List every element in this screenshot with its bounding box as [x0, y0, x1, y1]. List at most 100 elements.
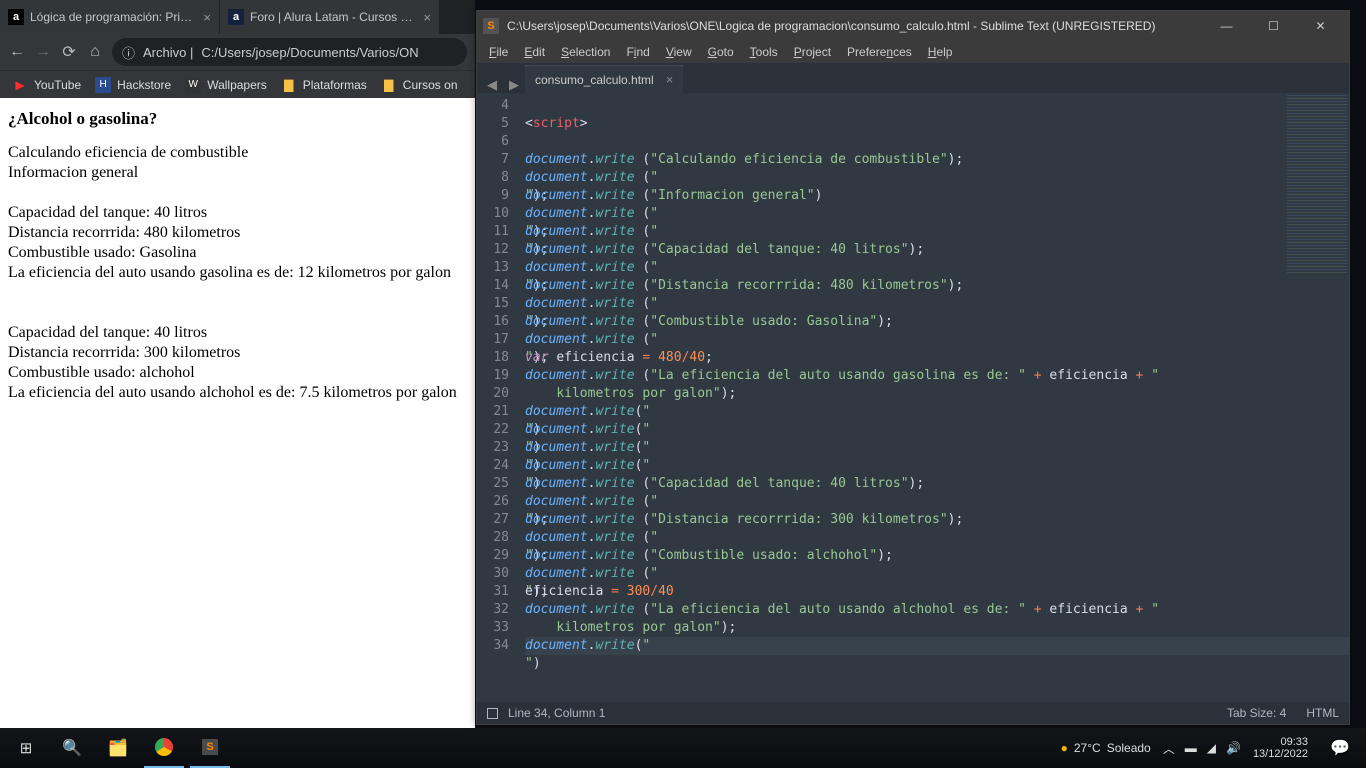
menu-file[interactable]: File [483, 43, 514, 61]
hackstore-icon: H [95, 77, 111, 93]
volume-icon[interactable]: 🔊 [1226, 741, 1241, 755]
chrome-tab-2-title: Foro | Alura Latam - Cursos onlin [250, 10, 417, 24]
page-text: Combustible usado: Gasolina [8, 243, 467, 263]
bookmark-hackstore[interactable]: H Hackstore [95, 77, 171, 93]
page-text: Distancia recorrrida: 480 kilometros [8, 223, 467, 243]
menu-edit[interactable]: Edit [518, 43, 551, 61]
page-text: Capacidad del tanque: 40 litros [8, 323, 467, 343]
bookmark-label: Plataformas [303, 78, 367, 92]
explorer-icon[interactable]: 🗂️ [98, 728, 138, 768]
weather-text: Soleado [1107, 741, 1151, 755]
info-icon: ⓘ [122, 43, 135, 62]
omnibox[interactable]: ⓘ Archivo | C:/Users/josep/Documents/Var… [112, 38, 467, 66]
omnibox-prefix: Archivo | [143, 45, 193, 60]
taskbar-right: ● 27°C Soleado ︿ ▬ ◢ 🔊 09:33 13/12/2022 … [1061, 728, 1360, 768]
youtube-icon: ▶ [12, 77, 28, 93]
editor-tab[interactable]: consumo_calculo.html × [525, 65, 683, 93]
bookmark-label: Wallpapers [207, 78, 267, 92]
battery-icon[interactable]: ▬ [1185, 741, 1197, 755]
page-text: Combustible usado: alchohol [8, 363, 467, 383]
taskbar-clock[interactable]: 09:33 13/12/2022 [1253, 736, 1308, 760]
chrome-window: a Lógica de programación: Primero × a Fo… [0, 0, 475, 728]
minimap[interactable] [1287, 95, 1347, 275]
sublime-icon: S [483, 18, 499, 34]
bookmark-label: YouTube [34, 78, 81, 92]
editor-area[interactable]: 4567891011121314151617181920212223242526… [477, 93, 1349, 702]
sublime-menu-bar: File Edit Selection Find View Goto Tools… [477, 41, 1349, 63]
sublime-tab-bar: ◀ ▶ consumo_calculo.html × [477, 63, 1349, 93]
status-syntax[interactable]: HTML [1306, 706, 1339, 720]
status-cursor-pos: Line 34, Column 1 [508, 706, 605, 720]
sublime-taskbar-icon[interactable]: S [190, 728, 230, 768]
clock-date: 13/12/2022 [1253, 748, 1308, 760]
window-controls: — ☐ ✕ [1204, 14, 1343, 38]
sublime-status-bar: Line 34, Column 1 Tab Size: 4 HTML [477, 702, 1349, 724]
windows-taskbar: ⊞ 🔍 🗂️ S ● 27°C Soleado ︿ ▬ ◢ 🔊 09:33 13… [0, 728, 1366, 768]
system-tray: ︿ ▬ ◢ 🔊 [1163, 740, 1241, 757]
line-number-gutter: 4567891011121314151617181920212223242526… [477, 93, 517, 702]
back-icon[interactable]: ← [8, 43, 26, 61]
chrome-toolbar: ← → ⟳ ⌂ ⓘ Archivo | C:/Users/josep/Docum… [0, 34, 475, 70]
menu-selection[interactable]: Selection [555, 43, 616, 61]
sublime-titlebar[interactable]: S C:\Users\josep\Documents\Varios\ONE\Lo… [477, 11, 1349, 41]
omnibox-path: C:/Users/josep/Documents/Varios/ON [201, 45, 418, 60]
close-button[interactable]: ✕ [1298, 14, 1343, 38]
minimize-button[interactable]: — [1204, 14, 1249, 38]
menu-view[interactable]: View [660, 43, 698, 61]
folder-icon: ▇ [281, 77, 297, 93]
menu-help[interactable]: Help [922, 43, 959, 61]
wifi-icon[interactable]: ◢ [1207, 741, 1216, 755]
favicon-alura-logo: a [8, 9, 24, 25]
page-text: La eficiencia del auto usando gasolina e… [8, 263, 467, 283]
sun-icon: ● [1061, 741, 1068, 755]
home-icon[interactable]: ⌂ [86, 43, 104, 61]
start-button[interactable]: ⊞ [6, 728, 46, 768]
panel-switcher-icon[interactable] [487, 708, 498, 719]
bookmark-plataformas[interactable]: ▇ Plataformas [281, 77, 367, 93]
weather-widget[interactable]: ● 27°C Soleado [1061, 741, 1151, 755]
tab-history-fwd-icon[interactable]: ▶ [503, 77, 525, 93]
close-icon[interactable]: × [423, 10, 431, 25]
bookmark-wallpapers[interactable]: W Wallpapers [185, 77, 267, 93]
page-text: Calculando eficiencia de combustible [8, 143, 467, 163]
close-icon[interactable]: × [203, 10, 211, 25]
editor-tab-label: consumo_calculo.html [535, 73, 654, 87]
reload-icon[interactable]: ⟳ [60, 42, 78, 62]
chrome-viewport: ¿Alcohol o gasolina? Calculando eficienc… [0, 98, 475, 728]
search-icon[interactable]: 🔍 [52, 728, 92, 768]
sublime-window: S C:\Users\josep\Documents\Varios\ONE\Lo… [476, 10, 1350, 725]
chrome-taskbar-icon[interactable] [144, 728, 184, 768]
taskbar-left: ⊞ 🔍 🗂️ S [6, 728, 230, 768]
chrome-tab-2[interactable]: a Foro | Alura Latam - Cursos onlin × [220, 0, 440, 34]
forward-icon[interactable]: → [34, 43, 52, 61]
bookmark-label: Hackstore [117, 78, 171, 92]
close-icon[interactable]: × [666, 72, 674, 87]
code-editor[interactable]: <script>document.write ("Calculando efic… [517, 93, 1349, 702]
menu-tools[interactable]: Tools [744, 43, 784, 61]
page-text: La eficiencia del auto usando alchohol e… [8, 383, 467, 403]
tab-history-back-icon[interactable]: ◀ [481, 77, 503, 93]
menu-find[interactable]: Find [620, 43, 655, 61]
status-tab-size[interactable]: Tab Size: 4 [1227, 706, 1286, 720]
chrome-tab-strip: a Lógica de programación: Primero × a Fo… [0, 0, 475, 34]
wallpapers-icon: W [185, 77, 201, 93]
bookmarks-bar: ▶ YouTube H Hackstore W Wallpapers ▇ Platafo… [0, 70, 475, 98]
favicon-alura-logo: a [228, 9, 244, 25]
sublime-title-text: C:\Users\josep\Documents\Varios\ONE\Logi… [507, 19, 1196, 33]
chrome-tab-1[interactable]: a Lógica de programación: Primero × [0, 0, 220, 34]
clock-time: 09:33 [1253, 736, 1308, 748]
page-text: Distancia recorrrida: 300 kilometros [8, 343, 467, 363]
menu-preferences[interactable]: Preferences [841, 43, 918, 61]
bookmark-cursos[interactable]: ▇ Cursos on [381, 77, 458, 93]
menu-goto[interactable]: Goto [702, 43, 740, 61]
folder-icon: ▇ [381, 77, 397, 93]
maximize-button[interactable]: ☐ [1251, 14, 1296, 38]
page-text: Informacion general [8, 163, 467, 183]
bookmark-label: Cursos on [403, 78, 458, 92]
chevron-up-icon[interactable]: ︿ [1163, 740, 1175, 757]
notifications-icon[interactable]: 💬 [1320, 728, 1360, 768]
chrome-tab-1-title: Lógica de programación: Primero [30, 10, 197, 24]
bookmark-youtube[interactable]: ▶ YouTube [12, 77, 81, 93]
page-text: Capacidad del tanque: 40 litros [8, 203, 467, 223]
menu-project[interactable]: Project [788, 43, 837, 61]
